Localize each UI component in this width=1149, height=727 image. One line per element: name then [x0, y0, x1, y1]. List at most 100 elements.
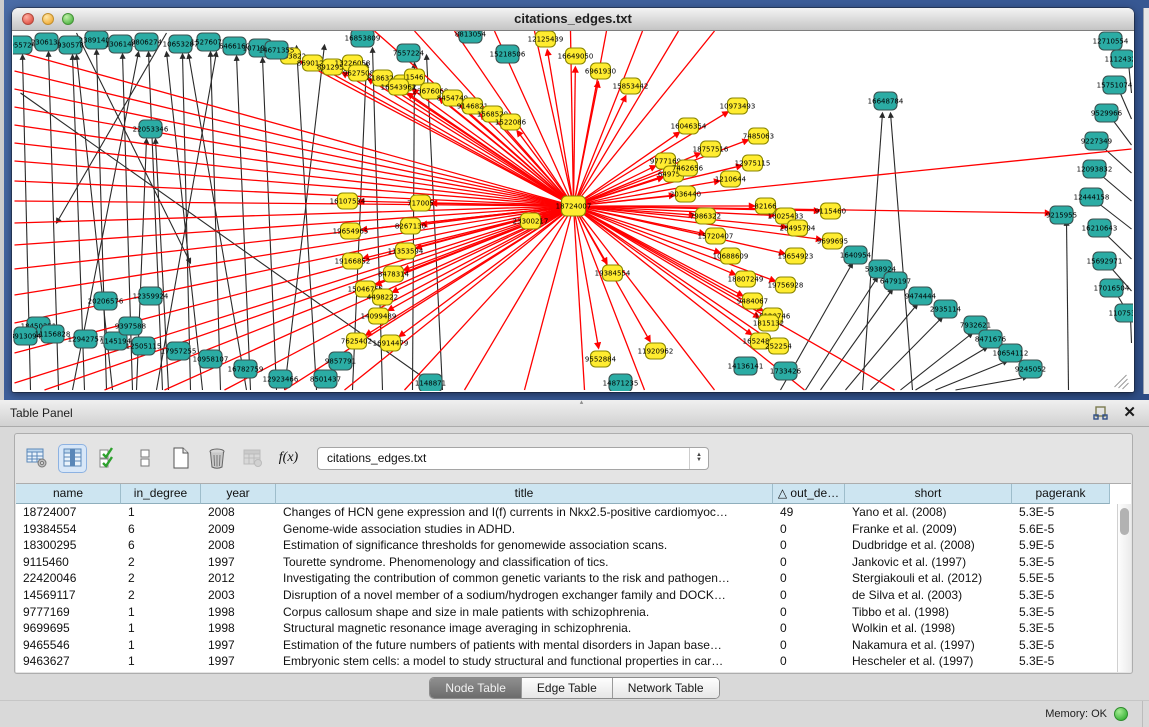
table-vertical-scrollbar[interactable]: [1117, 504, 1131, 672]
citation-edge-black[interactable]: [936, 361, 1008, 390]
select-all-checks-icon[interactable]: [95, 445, 122, 472]
table-cell: Embryonic stem cells: a model to study s…: [276, 653, 773, 670]
graph-node-label: 1210644: [715, 176, 747, 184]
citation-edge-red[interactable]: [547, 50, 573, 206]
window-resize-grip[interactable]: [1123, 383, 1129, 389]
citation-edge-black[interactable]: [956, 377, 1028, 390]
table-row[interactable]: 1938455462009Genome-wide association stu…: [16, 521, 1131, 538]
graph-node-label: 12444158: [1074, 194, 1110, 202]
table-cell: Wolkin et al. (1998): [845, 620, 1012, 637]
column-header-name[interactable]: name: [16, 484, 121, 504]
citation-edge-black[interactable]: [901, 333, 973, 390]
graph-node-label: 8813054: [455, 31, 487, 39]
table-row[interactable]: 911546021997Tourette syndrome. Phenomeno…: [16, 554, 1131, 571]
graph-node-label: 16853809: [345, 35, 381, 43]
citation-edge-black[interactable]: [211, 52, 221, 390]
delete-table-icon[interactable]: [203, 445, 230, 472]
table-cell: 18724007: [16, 504, 121, 521]
table-row[interactable]: 946554611997Estimation of the future num…: [16, 637, 1131, 654]
graph-node-label: 8478314: [378, 271, 410, 279]
citation-edge-red[interactable]: [574, 82, 599, 206]
window-resize-grip[interactable]: [1115, 375, 1127, 387]
close-panel-icon[interactable]: ✕: [1123, 402, 1136, 424]
graph-node-label: 23300217: [513, 218, 549, 226]
table-cell: 5.3E-5: [1012, 554, 1110, 571]
table-cell: 5.3E-5: [1012, 620, 1110, 637]
column-header-in_degree[interactable]: in_degree: [121, 484, 201, 504]
tab-network-table[interactable]: Network Table: [612, 678, 719, 698]
table-row[interactable]: 1872400712008Changes of HCN gene express…: [16, 504, 1131, 521]
table-row[interactable]: 946362711997Embryonic stem cells: a mode…: [16, 653, 1131, 670]
function-builder-icon[interactable]: f(x): [275, 445, 302, 472]
citation-edge-black[interactable]: [237, 56, 251, 390]
table-cell: 19384554: [16, 521, 121, 538]
tab-edge-table[interactable]: Edge Table: [521, 678, 612, 698]
graph-node-label: 2935114: [930, 306, 962, 314]
graph-node-label: 14671355: [259, 47, 295, 55]
citation-edge-black[interactable]: [846, 304, 918, 390]
splitter-handle[interactable]: ▴: [575, 401, 589, 405]
citation-edge-red[interactable]: [15, 206, 574, 223]
table-row[interactable]: 2242004622012Investigating the contribut…: [16, 570, 1131, 587]
graph-node-label: 7462656: [672, 165, 704, 173]
citation-edge-red[interactable]: [574, 67, 576, 206]
unchecked-boxes-icon[interactable]: [131, 445, 158, 472]
graph-node-label: 7986322: [690, 213, 721, 221]
table-cell: 1: [121, 504, 201, 521]
citation-edge-black[interactable]: [1067, 221, 1069, 390]
column-header-pagerank[interactable]: pagerank: [1012, 484, 1110, 504]
table-cell: 9699695: [16, 620, 121, 637]
citation-edge-red[interactable]: [465, 206, 574, 390]
status-bar: Memory: OK: [0, 700, 1149, 727]
table-cell: 0: [773, 521, 845, 538]
table-cell: 9463627: [16, 653, 121, 670]
window-titlebar[interactable]: citations_edges.txt: [12, 8, 1134, 31]
network-canvas[interactable]: 7463822869012489129541322605896275088186…: [13, 31, 1133, 391]
graph-node-label: 9474444: [905, 293, 937, 301]
window-resize-grip[interactable]: [1119, 379, 1128, 388]
graph-node-label: 1522086: [495, 119, 527, 127]
graph-node-label: 15218506: [490, 51, 526, 59]
table-row[interactable]: 1456911722003Disruption of a novel membe…: [16, 587, 1131, 604]
close-window-button[interactable]: [22, 13, 34, 25]
table-cell: 0: [773, 637, 845, 654]
column-header-year[interactable]: year: [201, 484, 276, 504]
table-cell: 2003: [201, 587, 276, 604]
table-row[interactable]: 977716911998Corpus callosum shape and si…: [16, 604, 1131, 621]
column-header-short[interactable]: short: [845, 484, 1012, 504]
table-row[interactable]: 969969511998Structural magnetic resonanc…: [16, 620, 1131, 637]
float-window-icon[interactable]: [1092, 405, 1109, 422]
import-table-icon-disabled: [239, 445, 266, 472]
table-settings-icon[interactable]: [23, 445, 50, 472]
table-select-dropdown[interactable]: citations_edges.txt ▲▼: [317, 447, 709, 470]
graph-node-label: 12975115: [735, 160, 771, 168]
zoom-window-button[interactable]: [62, 13, 74, 25]
citation-edge-red[interactable]: [15, 161, 574, 206]
tab-node-table[interactable]: Node Table: [430, 678, 521, 698]
column-header-out_de[interactable]: △ out_de…: [773, 484, 845, 504]
table-row[interactable]: 1830029562008Estimation of significance …: [16, 537, 1131, 554]
table-panel-header: ▴ Table Panel ✕: [0, 400, 1149, 427]
graph-node-label: 9857791: [325, 358, 356, 366]
minimize-window-button[interactable]: [42, 13, 54, 25]
graph-node-label: 7625402: [341, 338, 372, 346]
select-columns-icon[interactable]: [59, 445, 86, 472]
table-cell: 1997: [201, 637, 276, 654]
scrollbar-thumb[interactable]: [1120, 508, 1129, 535]
citation-edge-black[interactable]: [285, 45, 325, 390]
graph-node-label: 12942757: [68, 336, 104, 344]
citation-edge-black[interactable]: [821, 289, 893, 390]
citation-edge-black[interactable]: [297, 46, 317, 390]
citation-edge-black[interactable]: [871, 317, 943, 390]
graph-node-label: 18807249: [728, 276, 764, 284]
table-cell: 1997: [201, 653, 276, 670]
graph-node-label: 19654965: [333, 228, 369, 236]
column-header-title[interactable]: title: [276, 484, 773, 504]
citation-edge-black[interactable]: [891, 113, 913, 390]
new-table-icon[interactable]: [167, 445, 194, 472]
network-graph[interactable]: 7463822869012489129541322605896275088186…: [13, 31, 1133, 391]
graph-node-label: 12710554: [1093, 38, 1129, 46]
table-cell: 14569117: [16, 587, 121, 604]
table-cell: 0: [773, 554, 845, 571]
citation-edge-red[interactable]: [45, 206, 574, 390]
